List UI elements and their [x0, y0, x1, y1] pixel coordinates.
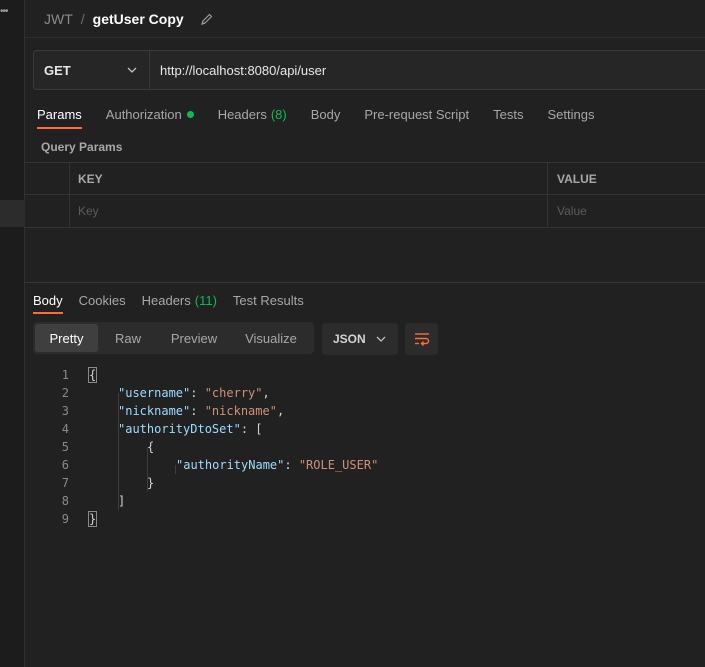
chevron-down-icon [376, 336, 386, 342]
tab-label: Params [37, 106, 82, 122]
line-number: 6 [61, 458, 69, 472]
view-pretty[interactable]: Pretty [35, 324, 98, 352]
json-key: "authorityName" [176, 458, 285, 472]
line-number: 3 [61, 404, 69, 418]
auth-status-dot [186, 110, 194, 118]
tab-response-body[interactable]: Body [33, 290, 63, 314]
table-header-row: KEY VALUE [25, 162, 705, 195]
pane-divider[interactable] [25, 282, 705, 283]
brace: { [87, 367, 98, 383]
line-number: 7 [61, 476, 69, 490]
request-tabs: Params Authorization Headers (8) Body Pre… [37, 104, 594, 132]
tab-authorization[interactable]: Authorization [106, 104, 194, 124]
request-name[interactable]: getUser Copy [93, 11, 184, 27]
tab-label: Settings [547, 106, 595, 122]
breadcrumb-separator: / [80, 10, 85, 27]
tab-test-results[interactable]: Test Results [233, 290, 304, 310]
breadcrumb-collection[interactable]: JWT [44, 11, 73, 27]
tab-cookies[interactable]: Cookies [79, 290, 126, 310]
json-string: "ROLE_USER" [298, 458, 379, 472]
checkbox-column [25, 163, 70, 194]
view-preview[interactable]: Preview [158, 324, 230, 352]
code-line: 2 "username": "cherry", [33, 384, 270, 402]
wrap-lines-button[interactable] [405, 323, 438, 355]
value-column-header: VALUE [557, 171, 597, 186]
response-headers-count: (11) [194, 292, 217, 308]
key-input[interactable]: Key [70, 195, 548, 227]
format-select[interactable]: JSON [322, 323, 398, 355]
json-key: "username" [118, 386, 191, 400]
pencil-icon[interactable] [200, 12, 214, 26]
line-number: 5 [61, 440, 69, 454]
tab-settings[interactable]: Settings [547, 104, 594, 124]
json-string: "cherry" [204, 386, 263, 400]
request-header: JWT / getUser Copy [25, 0, 705, 38]
query-params-title: Query Params [41, 140, 123, 154]
query-params-table: KEY VALUE Key Value [25, 162, 705, 228]
line-number: 8 [61, 494, 69, 508]
code-line: 9} [33, 510, 98, 528]
line-number: 1 [61, 368, 69, 382]
response-tabs: Body Cookies Headers (11) Test Results [33, 290, 304, 314]
view-visualize[interactable]: Visualize [230, 324, 312, 352]
wrap-lines-icon [414, 333, 429, 346]
brace: } [87, 511, 98, 527]
code-line: 6 "authorityName": "ROLE_USER" [33, 456, 379, 474]
table-row: Key Value [25, 195, 705, 228]
left-rail: ••• [0, 0, 25, 667]
chevron-down-icon [127, 67, 137, 73]
headers-count: (8) [270, 106, 287, 122]
tab-label: Headers [217, 106, 267, 122]
tab-response-headers[interactable]: Headers (11) [142, 290, 217, 310]
json-key: "authorityDtoSet" [118, 422, 241, 436]
method-select[interactable]: GET [34, 51, 150, 89]
response-body-viewer[interactable]: 1{ 2 "username": "cherry", 3 "nickname": "… [33, 366, 379, 528]
code-line: 4 "authorityDtoSet": [ [33, 420, 263, 438]
view-mode-switcher: Pretty Raw Preview Visualize [33, 322, 314, 354]
tab-body[interactable]: Body [311, 104, 341, 124]
line-number: 9 [61, 512, 69, 526]
key-column-header: KEY [70, 163, 548, 194]
code-line: 7} [33, 474, 154, 492]
line-number: 2 [61, 386, 69, 400]
code-line: 3 "nickname": "nickname", [33, 402, 284, 420]
tab-pre-request-script[interactable]: Pre-request Script [364, 104, 469, 124]
tab-tests[interactable]: Tests [493, 104, 523, 124]
url-bar: GET http://localhost:8080/api/user [33, 50, 705, 90]
tab-label: Body [310, 106, 341, 122]
json-key: "nickname" [118, 404, 191, 418]
more-icon[interactable]: ••• [0, 6, 8, 17]
rail-selected-item [0, 200, 25, 227]
method-label: GET [44, 62, 71, 78]
tab-params[interactable]: Params [37, 104, 82, 129]
tab-label: Headers [141, 292, 191, 308]
code-line: 5{ [33, 438, 154, 456]
tab-label: Authorization [105, 106, 182, 122]
json-string: "nickname" [204, 404, 277, 418]
view-raw[interactable]: Raw [98, 324, 158, 352]
value-input[interactable]: Value [548, 195, 705, 227]
tab-label: Pre-request Script [364, 106, 470, 122]
url-input[interactable]: http://localhost:8080/api/user [150, 51, 326, 89]
format-label: JSON [333, 332, 366, 346]
tab-headers[interactable]: Headers (8) [218, 104, 287, 124]
tab-label: Tests [493, 106, 524, 122]
code-line: 8] [33, 492, 125, 510]
code-line: 1{ [33, 366, 98, 384]
line-number: 4 [61, 422, 69, 436]
row-checkbox-cell [25, 195, 70, 227]
